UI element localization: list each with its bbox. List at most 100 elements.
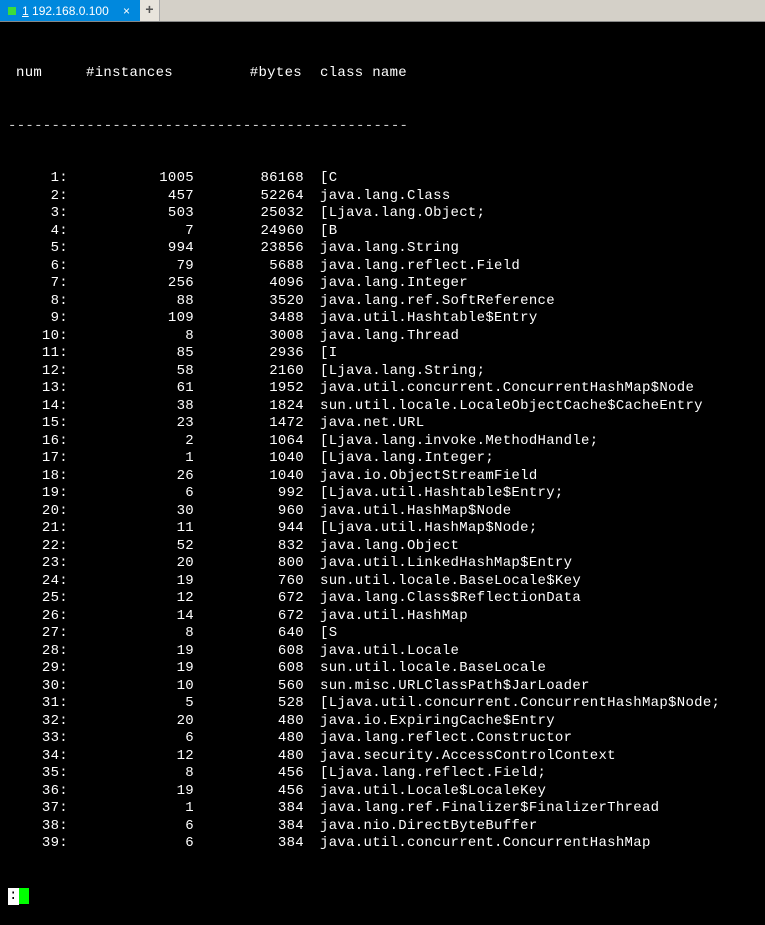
cell-num: 15:: [8, 415, 68, 433]
cell-instances: 6: [68, 835, 198, 853]
cell-bytes: 384: [198, 835, 308, 853]
cell-instances: 14: [68, 608, 198, 626]
cell-instances: 30: [68, 503, 198, 521]
cell-class: java.util.HashMap$Node: [308, 503, 763, 521]
cell-bytes: 1040: [198, 450, 308, 468]
terminal-output[interactable]: num #instances #bytes class name -------…: [0, 22, 765, 925]
cell-instances: 23: [68, 415, 198, 433]
table-row: 2:45752264java.lang.Class: [8, 188, 763, 206]
cell-instances: 7: [68, 223, 198, 241]
cell-bytes: 456: [198, 783, 308, 801]
cell-instances: 19: [68, 660, 198, 678]
cell-num: 12:: [8, 363, 68, 381]
cell-class: java.lang.reflect.Constructor: [308, 730, 763, 748]
cell-num: 29:: [8, 660, 68, 678]
cell-class: java.lang.Class$ReflectionData: [308, 590, 763, 608]
cell-class: java.util.Locale$LocaleKey: [308, 783, 763, 801]
cell-bytes: 384: [198, 818, 308, 836]
cell-bytes: 1952: [198, 380, 308, 398]
cell-num: 20:: [8, 503, 68, 521]
cell-num: 33:: [8, 730, 68, 748]
cell-bytes: 1472: [198, 415, 308, 433]
cell-instances: 38: [68, 398, 198, 416]
cell-class: java.lang.ref.Finalizer$FinalizerThread: [308, 800, 763, 818]
cell-num: 9:: [8, 310, 68, 328]
table-row: 24:19760sun.util.locale.BaseLocale$Key: [8, 573, 763, 591]
table-row: 34:12480java.security.AccessControlConte…: [8, 748, 763, 766]
tab-bar: 1 192.168.0.100 × +: [0, 0, 765, 22]
cell-num: 21:: [8, 520, 68, 538]
cell-bytes: 608: [198, 660, 308, 678]
cell-bytes: 992: [198, 485, 308, 503]
table-row: 10:83008java.lang.Thread: [8, 328, 763, 346]
cell-class: sun.util.locale.LocaleObjectCache$CacheE…: [308, 398, 763, 416]
table-row: 37:1384java.lang.ref.Finalizer$Finalizer…: [8, 800, 763, 818]
cell-bytes: 456: [198, 765, 308, 783]
table-row: 16:21064[Ljava.lang.invoke.MethodHandle;: [8, 433, 763, 451]
cell-class: sun.util.locale.BaseLocale: [308, 660, 763, 678]
cell-bytes: 4096: [198, 275, 308, 293]
table-row: 33:6480java.lang.reflect.Constructor: [8, 730, 763, 748]
cell-bytes: 86168: [198, 170, 308, 188]
cell-class: java.security.AccessControlContext: [308, 748, 763, 766]
cell-class: java.lang.String: [308, 240, 763, 258]
cell-num: 32:: [8, 713, 68, 731]
table-row: 39:6384java.util.concurrent.ConcurrentHa…: [8, 835, 763, 853]
table-row: 6:795688java.lang.reflect.Field: [8, 258, 763, 276]
cell-class: java.net.URL: [308, 415, 763, 433]
cell-class: [I: [308, 345, 763, 363]
prompt-colon: :: [8, 888, 19, 906]
cell-class: sun.util.locale.BaseLocale$Key: [308, 573, 763, 591]
close-icon[interactable]: ×: [121, 4, 132, 18]
table-row: 17:11040[Ljava.lang.Integer;: [8, 450, 763, 468]
table-row: 15:231472java.net.URL: [8, 415, 763, 433]
cell-num: 7:: [8, 275, 68, 293]
cell-class: sun.misc.URLClassPath$JarLoader: [308, 678, 763, 696]
cell-bytes: 1040: [198, 468, 308, 486]
header-class: class name: [308, 65, 763, 83]
cell-class: java.io.ExpiringCache$Entry: [308, 713, 763, 731]
cell-bytes: 3488: [198, 310, 308, 328]
cell-class: [C: [308, 170, 763, 188]
cell-num: 16:: [8, 433, 68, 451]
cell-num: 4:: [8, 223, 68, 241]
cell-instances: 457: [68, 188, 198, 206]
cell-bytes: 960: [198, 503, 308, 521]
cell-bytes: 23856: [198, 240, 308, 258]
cell-instances: 19: [68, 573, 198, 591]
cell-instances: 6: [68, 818, 198, 836]
cell-class: [Ljava.lang.Integer;: [308, 450, 763, 468]
cell-bytes: 5688: [198, 258, 308, 276]
table-row: 35:8456[Ljava.lang.reflect.Field;: [8, 765, 763, 783]
cell-class: java.lang.Class: [308, 188, 763, 206]
cell-num: 1:: [8, 170, 68, 188]
cell-instances: 61: [68, 380, 198, 398]
tab-active[interactable]: 1 192.168.0.100 ×: [0, 0, 140, 21]
cell-bytes: 528: [198, 695, 308, 713]
table-row: 4:724960[B: [8, 223, 763, 241]
table-row: 3:50325032[Ljava.lang.Object;: [8, 205, 763, 223]
cell-class: java.util.concurrent.ConcurrentHashMap: [308, 835, 763, 853]
cell-bytes: 1064: [198, 433, 308, 451]
cell-bytes: 2160: [198, 363, 308, 381]
cell-instances: 88: [68, 293, 198, 311]
cell-class: java.util.Locale: [308, 643, 763, 661]
cell-bytes: 608: [198, 643, 308, 661]
table-row: 27:8640[S: [8, 625, 763, 643]
cell-class: java.util.concurrent.ConcurrentHashMap$N…: [308, 380, 763, 398]
cell-instances: 8: [68, 625, 198, 643]
cell-bytes: 832: [198, 538, 308, 556]
table-row: 21:11944[Ljava.util.HashMap$Node;: [8, 520, 763, 538]
cell-class: java.nio.DirectByteBuffer: [308, 818, 763, 836]
cell-instances: 12: [68, 748, 198, 766]
cell-class: java.lang.reflect.Field: [308, 258, 763, 276]
header-instances: #instances: [68, 65, 198, 83]
cell-class: java.util.HashMap: [308, 608, 763, 626]
cell-num: 26:: [8, 608, 68, 626]
add-tab-button[interactable]: +: [140, 0, 160, 21]
cell-bytes: 560: [198, 678, 308, 696]
cell-class: [Ljava.util.Hashtable$Entry;: [308, 485, 763, 503]
cell-bytes: 3008: [198, 328, 308, 346]
table-row: 18:261040java.io.ObjectStreamField: [8, 468, 763, 486]
cell-instances: 19: [68, 643, 198, 661]
